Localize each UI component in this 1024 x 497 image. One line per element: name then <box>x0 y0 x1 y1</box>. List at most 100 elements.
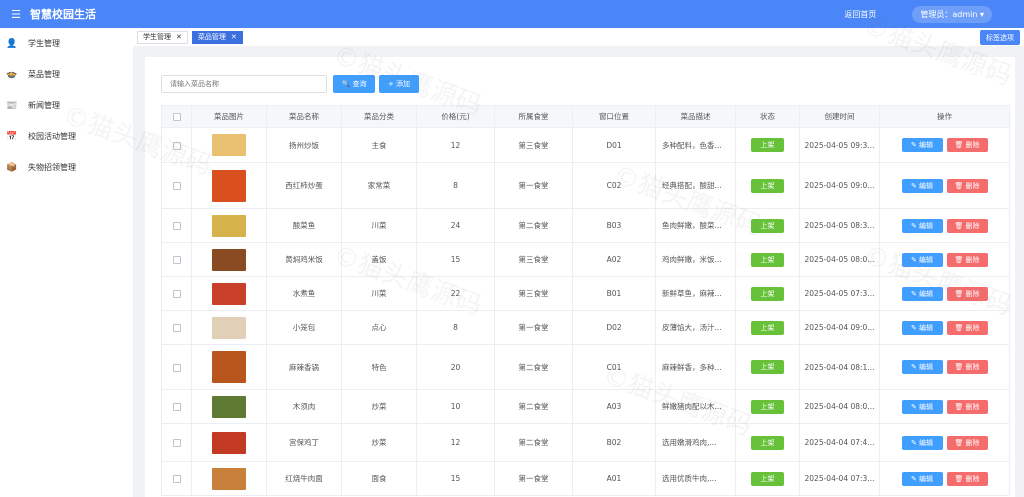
dish-canteen: 第三食堂 <box>494 242 573 277</box>
dish-canteen: 第二食堂 <box>494 344 573 390</box>
dish-description: 麻辣鲜香，多种... <box>655 344 736 390</box>
query-button[interactable]: 🔍 查询 <box>333 75 375 93</box>
actions-cell: ✎ 编辑 🗑 删除 <box>879 310 1010 345</box>
sidebar-item[interactable]: 📦 失物招领管理 <box>0 152 133 183</box>
dish-canteen: 第一食堂 <box>494 310 573 345</box>
admin-dropdown[interactable]: 管理员：admin ▾ <box>912 5 992 23</box>
edit-button[interactable]: ✎ 编辑 <box>901 138 943 152</box>
status-badge[interactable]: 上架 <box>751 286 784 301</box>
close-icon[interactable]: ✕ <box>176 33 182 41</box>
tab-student-management[interactable]: 学生管理 ✕ <box>137 30 188 44</box>
dish-name: 红烧牛肉面 <box>266 461 342 496</box>
home-link[interactable]: 返回首页 <box>844 9 876 20</box>
dish-image <box>212 169 246 202</box>
delete-button[interactable]: 🗑 删除 <box>946 138 988 152</box>
close-icon[interactable]: ✕ <box>231 33 237 41</box>
sidebar-item[interactable]: 📅 校园活动管理 <box>0 121 133 152</box>
row-checkbox[interactable] <box>172 256 181 264</box>
top-right-area: 返回首页 管理员：admin ▾ <box>844 0 992 28</box>
row-checkbox[interactable] <box>172 324 181 332</box>
created-time: 2025-04-04 08:1... <box>799 344 880 390</box>
delete-button[interactable]: 🗑 删除 <box>946 360 988 374</box>
dish-price: 15 <box>416 242 495 277</box>
status-badge[interactable]: 上架 <box>751 399 784 414</box>
sidebar-item[interactable]: 🍲 菜品管理 <box>0 59 133 90</box>
status-badge[interactable]: 上架 <box>751 435 784 450</box>
select-cell <box>161 162 192 209</box>
dish-name: 水煮鱼 <box>266 276 342 311</box>
menu-toggle-icon[interactable]: ☰ <box>6 8 26 21</box>
dish-category: 面食 <box>341 461 417 496</box>
dish-category: 盖饭 <box>341 242 417 277</box>
status-badge[interactable]: 上架 <box>751 218 784 233</box>
sidebar-item-icon: 🍲 <box>6 69 18 80</box>
status-badge[interactable]: 上架 <box>751 138 784 152</box>
status-badge[interactable]: 上架 <box>751 320 784 335</box>
dish-window: C02 <box>572 162 656 209</box>
sidebar-item-label: 学生管理 <box>28 39 60 48</box>
dish-description: 选用嫩滑鸡肉,... <box>655 423 736 462</box>
add-button[interactable]: + 添加 <box>379 75 419 93</box>
edit-button[interactable]: ✎ 编辑 <box>901 399 943 414</box>
select-all-cell <box>161 105 192 128</box>
dish-price: 15 <box>416 461 495 496</box>
edit-button[interactable]: ✎ 编辑 <box>901 218 943 233</box>
row-checkbox[interactable] <box>172 475 181 483</box>
status-badge[interactable]: 上架 <box>751 252 784 267</box>
actions-cell: ✎ 编辑 🗑 删除 <box>879 242 1010 277</box>
dish-category: 家常菜 <box>341 162 417 209</box>
dish-name: 木须肉 <box>266 389 342 424</box>
delete-button[interactable]: 🗑 删除 <box>946 435 988 450</box>
row-checkbox[interactable] <box>172 141 181 150</box>
row-checkbox[interactable] <box>172 363 181 372</box>
edit-button[interactable]: ✎ 编辑 <box>901 320 943 335</box>
dish-window: A02 <box>572 242 656 277</box>
delete-button[interactable]: 🗑 删除 <box>946 320 988 335</box>
dish-image <box>212 214 246 237</box>
edit-button[interactable]: ✎ 编辑 <box>901 178 943 193</box>
delete-button[interactable]: 🗑 删除 <box>946 286 988 301</box>
dish-canteen: 第二食堂 <box>494 389 573 424</box>
delete-button[interactable]: 🗑 删除 <box>946 218 988 233</box>
dish-window: C01 <box>572 344 656 390</box>
status-cell: 上架 <box>735 423 800 462</box>
delete-button[interactable]: 🗑 删除 <box>946 471 988 486</box>
status-badge[interactable]: 上架 <box>751 471 784 486</box>
edit-button[interactable]: ✎ 编辑 <box>901 360 943 374</box>
dish-name: 宫保鸡丁 <box>266 423 342 462</box>
sidebar-item-icon: 📰 <box>6 100 18 111</box>
dish-price: 12 <box>416 127 495 163</box>
table-header-row: 菜品图片 菜品名称 菜品分类 价格(元) 所属食堂 窗口位置 菜品描述 状态 创建时间 操作 <box>161 105 1010 128</box>
select-cell <box>161 344 192 390</box>
edit-button[interactable]: ✎ 编辑 <box>901 471 943 486</box>
dish-description: 选用优质牛肉,... <box>655 461 736 496</box>
dish-window: B01 <box>572 276 656 311</box>
dish-description: 多种配料，色香... <box>655 127 736 163</box>
status-cell: 上架 <box>735 389 800 424</box>
edit-button[interactable]: ✎ 编辑 <box>901 252 943 267</box>
dish-description: 经典搭配，酸甜... <box>655 162 736 209</box>
table-row: 木须肉 炒菜 10 第二食堂 A03 鲜嫩猪肉配以木... 上架 2025-04-04 08:… <box>161 389 1010 424</box>
sidebar-item[interactable]: 📰 新闻管理 <box>0 90 133 121</box>
row-checkbox[interactable] <box>172 182 181 190</box>
status-badge[interactable]: 上架 <box>751 360 784 374</box>
row-checkbox[interactable] <box>172 222 181 230</box>
tab-options-button[interactable]: 标签选项 <box>980 30 1020 45</box>
edit-button[interactable]: ✎ 编辑 <box>901 286 943 301</box>
edit-button[interactable]: ✎ 编辑 <box>901 435 943 450</box>
dish-price: 24 <box>416 208 495 243</box>
delete-button[interactable]: 🗑 删除 <box>946 252 988 267</box>
sidebar-item[interactable]: 👤 学生管理 <box>0 28 133 59</box>
row-checkbox[interactable] <box>172 439 181 447</box>
sidebar-item-icon: 👤 <box>6 38 18 49</box>
tab-dish-management[interactable]: 菜品管理 ✕ <box>191 30 243 44</box>
dish-image <box>212 395 246 418</box>
dish-search-input[interactable] <box>161 75 327 93</box>
select-all-checkbox[interactable] <box>172 113 181 121</box>
delete-button[interactable]: 🗑 删除 <box>946 178 988 193</box>
table-row: 麻辣香锅 特色 20 第二食堂 C01 麻辣鲜香，多种... 上架 2025-04-04 08… <box>161 344 1010 390</box>
row-checkbox[interactable] <box>172 403 181 411</box>
delete-button[interactable]: 🗑 删除 <box>946 399 988 414</box>
status-badge[interactable]: 上架 <box>751 178 784 193</box>
row-checkbox[interactable] <box>172 290 181 298</box>
